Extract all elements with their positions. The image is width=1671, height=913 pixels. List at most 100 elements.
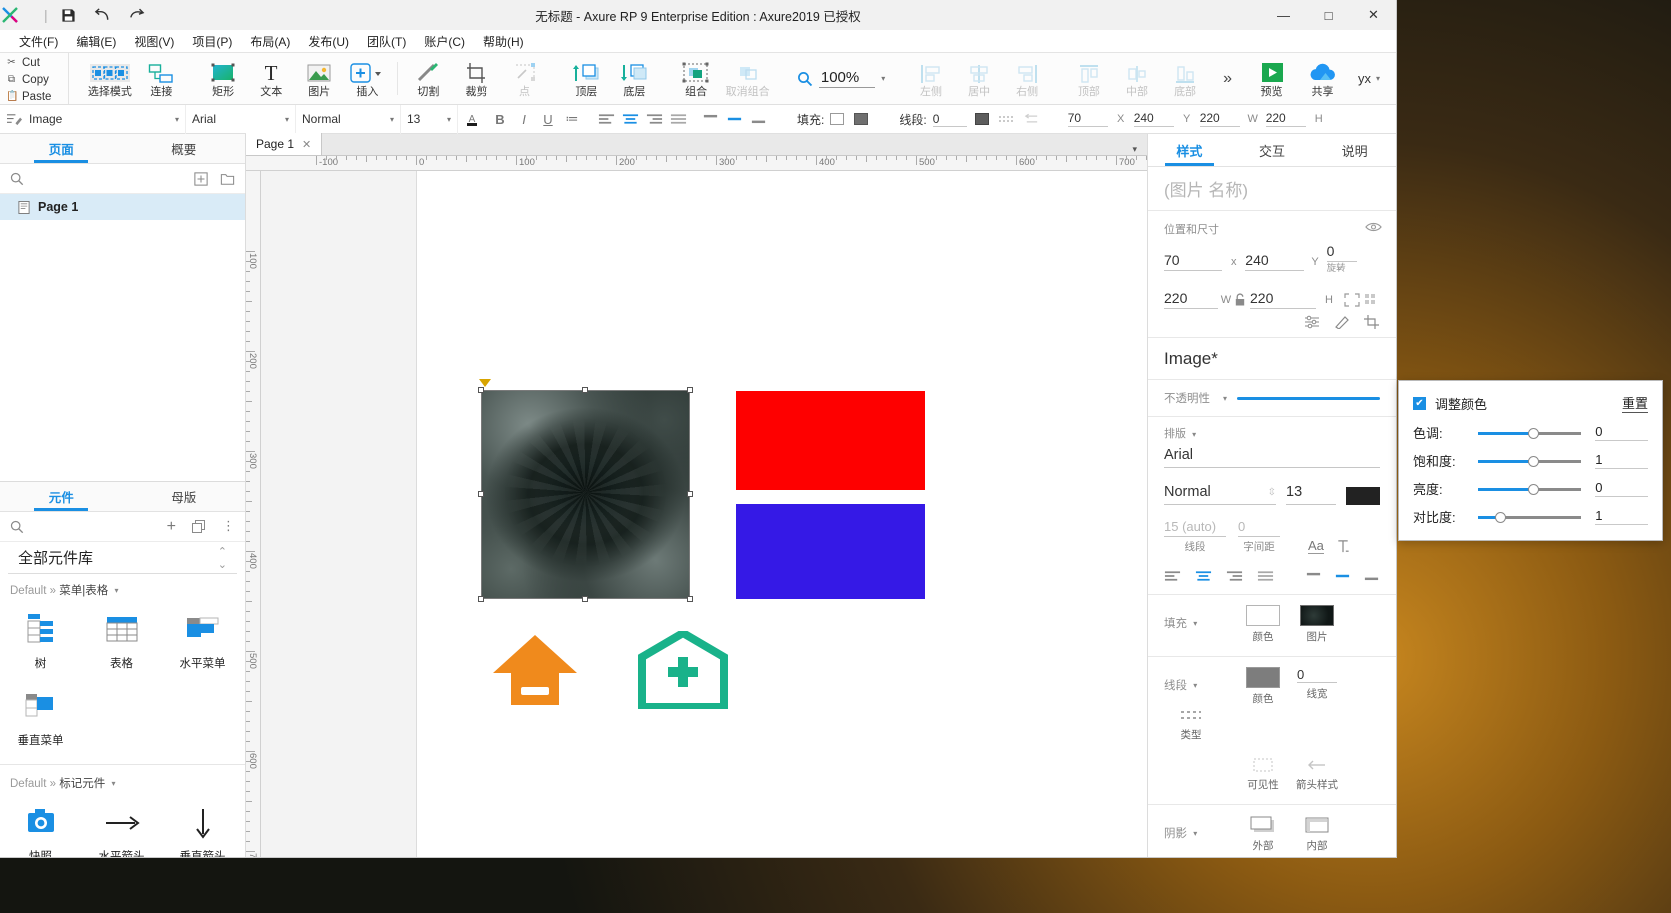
library-select[interactable]: 全部元件库 ⌃ ⌄ <box>8 542 237 574</box>
align-center-button[interactable] <box>1195 570 1212 582</box>
font-weight-select[interactable]: Normal ▾ <box>296 104 401 134</box>
underline-button[interactable]: U <box>536 112 560 127</box>
size-w-input[interactable]: 220 <box>1199 111 1240 127</box>
valign-middle-button[interactable] <box>726 113 750 125</box>
line-width-value[interactable]: 0 <box>932 112 967 127</box>
line-color-swatch[interactable] <box>974 113 989 125</box>
contrast-value[interactable]: 1 <box>1595 508 1648 525</box>
tool-align-middle[interactable]: 中部 <box>1113 53 1161 104</box>
tool-align-left[interactable]: 左侧 <box>907 53 955 104</box>
redo-icon[interactable] <box>120 0 154 30</box>
adjust-color-popup[interactable]: ✔ 调整颜色 重置 色调: 0 饱和度: 1 亮度: 0 对比度: 1 <box>1398 380 1663 541</box>
image-edit-pencil-icon[interactable] <box>1334 315 1350 329</box>
tool-rectangle[interactable]: 矩形 <box>199 53 247 104</box>
resize-handle-n[interactable] <box>582 387 588 393</box>
fill-color-cell[interactable]: 颜色 <box>1236 605 1290 644</box>
menu-file[interactable]: 文件(F) <box>10 33 67 50</box>
shadow-outer-icon[interactable] <box>1248 815 1278 835</box>
tool-send-to-back[interactable]: 底层 <box>610 53 658 104</box>
fill-image-cell[interactable]: 图片 <box>1290 605 1344 644</box>
fill-color-swatch[interactable] <box>1246 605 1280 626</box>
tool-align-bottom[interactable]: 底部 <box>1161 53 1209 104</box>
resize-handle-ne[interactable] <box>687 387 693 393</box>
tab-pages[interactable]: 页面 <box>0 134 123 163</box>
tool-slice[interactable]: 切割 <box>404 53 452 104</box>
chevron-down-icon[interactable]: ▾ <box>1193 619 1197 628</box>
minimize-button[interactable]: — <box>1261 0 1306 30</box>
text-align-left-button[interactable] <box>598 113 622 125</box>
border-type-icon[interactable] <box>1179 706 1203 724</box>
border-arrow-cell[interactable]: 箭头样式 <box>1290 756 1344 792</box>
letter-spacing-input[interactable]: 0 <box>1238 519 1280 537</box>
border-visibility-icon[interactable] <box>1251 756 1275 774</box>
image-adjust-icon[interactable] <box>1304 315 1320 329</box>
menu-account[interactable]: 账户(C) <box>415 33 474 50</box>
tool-text[interactable]: T 文本 <box>247 53 295 104</box>
align-right-button[interactable] <box>1226 570 1243 582</box>
resize-handle-e[interactable] <box>687 491 693 497</box>
chevron-down-icon[interactable]: ▾ <box>1193 829 1197 838</box>
tool-preview[interactable]: 预览 <box>1246 53 1297 104</box>
arrow-style-button[interactable] <box>1023 113 1047 125</box>
rotation-marker-icon[interactable] <box>479 379 491 387</box>
italic-button[interactable]: I <box>512 112 536 127</box>
search-icon[interactable] <box>10 520 24 534</box>
pos-y-input[interactable]: 240 <box>1133 111 1174 127</box>
text-decoration-button[interactable] <box>1336 539 1350 554</box>
border-arrow-icon[interactable] <box>1305 756 1329 774</box>
add-library-icon[interactable]: + <box>167 519 176 535</box>
fill-color-swatch[interactable] <box>830 113 845 125</box>
fill-gradient-swatch[interactable] <box>854 113 869 125</box>
tab-masters[interactable]: 母版 <box>123 482 246 511</box>
widget-horizontal-arrow[interactable]: 水平箭头 <box>81 795 162 857</box>
resize-handle-s[interactable] <box>582 596 588 602</box>
menu-edit[interactable]: 编辑(E) <box>67 33 125 50</box>
tool-image[interactable]: 图片 <box>295 53 343 104</box>
widget-horizontal-menu[interactable]: 水平菜单 <box>162 602 243 679</box>
paste-button[interactable]: 📋 Paste <box>0 88 68 105</box>
adjust-color-checkbox[interactable]: ✔ <box>1413 396 1426 410</box>
x-input[interactable]: 70 <box>1164 252 1223 271</box>
hue-value[interactable]: 0 <box>1595 424 1648 441</box>
tab-outline[interactable]: 概要 <box>123 134 246 163</box>
image-crop-icon[interactable] <box>1364 315 1380 329</box>
undo-icon[interactable] <box>86 0 120 30</box>
search-icon[interactable] <box>10 172 24 186</box>
opacity-slider[interactable] <box>1237 396 1380 400</box>
resize-handle-sw[interactable] <box>478 596 484 602</box>
save-icon[interactable] <box>52 0 86 30</box>
duplicate-library-icon[interactable] <box>192 520 206 533</box>
menu-view[interactable]: 视图(V) <box>125 33 183 50</box>
chevron-down-icon[interactable]: ▾ <box>1192 430 1196 439</box>
shadow-inner-icon[interactable] <box>1302 815 1332 835</box>
tool-insert[interactable]: 插入 <box>343 53 391 104</box>
widget-vertical-arrow[interactable]: 垂直箭头 <box>162 795 243 857</box>
menu-project[interactable]: 项目(P) <box>183 33 241 50</box>
size-h-input[interactable]: 220 <box>1265 111 1306 127</box>
line-style-button[interactable] <box>998 114 1023 124</box>
add-folder-icon[interactable] <box>220 172 235 186</box>
border-color-cell[interactable]: 颜色 <box>1236 667 1290 706</box>
resize-handle-nw[interactable] <box>478 387 484 393</box>
shadow-outer-cell[interactable]: 外部 <box>1236 815 1290 853</box>
menu-team[interactable]: 团队(T) <box>358 33 415 50</box>
saturation-slider[interactable] <box>1478 454 1582 468</box>
close-icon[interactable]: ✕ <box>302 138 311 151</box>
tool-connect[interactable]: 连接 <box>137 53 185 104</box>
close-button[interactable]: ✕ <box>1351 0 1396 30</box>
y-input[interactable]: 240 <box>1245 252 1304 271</box>
tab-style[interactable]: 样式 <box>1148 134 1231 166</box>
home-marker-widget[interactable] <box>491 633 579 709</box>
resize-mode-icons[interactable] <box>1344 292 1380 307</box>
align-left-button[interactable] <box>1164 570 1181 582</box>
font-family-field[interactable]: Arial <box>1164 443 1380 468</box>
valign-bottom-button[interactable] <box>1363 570 1380 582</box>
page-list-item[interactable]: Page 1 <box>0 194 245 220</box>
resize-handle-se[interactable] <box>687 596 693 602</box>
copy-button[interactable]: ⧉ Copy <box>0 71 68 88</box>
lock-aspect-icon[interactable] <box>1234 292 1250 307</box>
page-tab-page1[interactable]: Page 1 ✕ <box>246 133 323 155</box>
zoom-level[interactable]: 100% <box>818 69 876 88</box>
tool-align-center[interactable]: 居中 <box>955 53 1003 104</box>
widget-tree[interactable]: 树 <box>0 602 81 679</box>
